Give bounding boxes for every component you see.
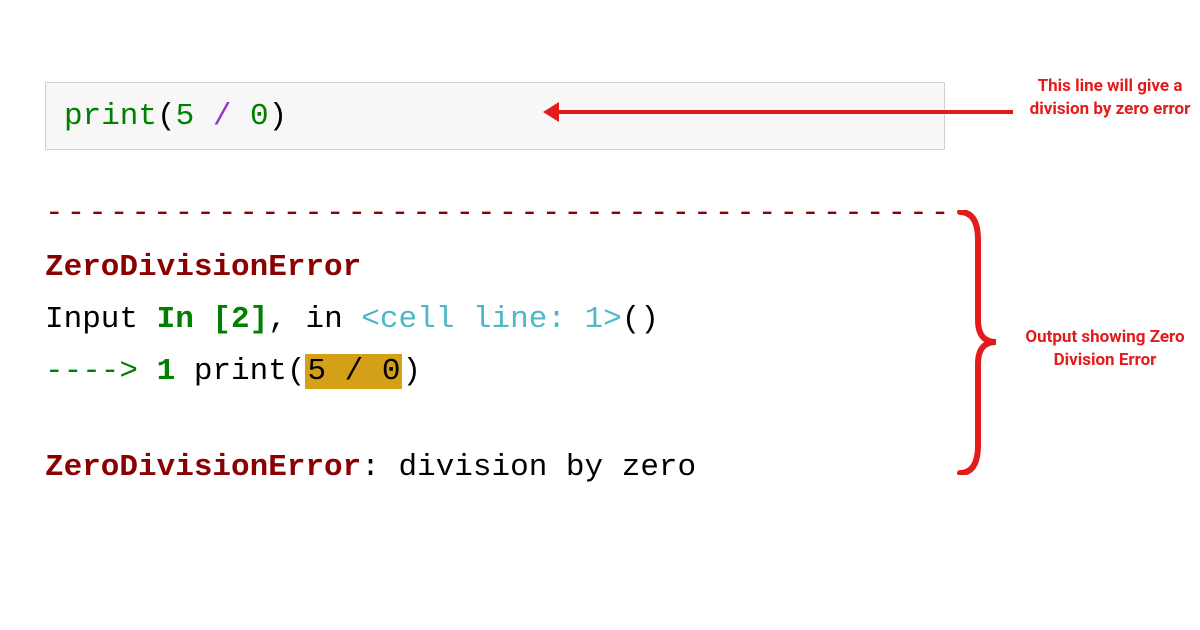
curly-brace-icon <box>952 210 1000 475</box>
annotation-text-1: This line will give a division by zero e… <box>1020 75 1200 121</box>
traceback-divider: ----------------------------------------… <box>45 190 945 238</box>
final-error-message: division by zero <box>398 450 696 485</box>
final-error-line: ZeroDivisionError: division by zero <box>45 444 945 492</box>
input-comma: , <box>268 302 305 337</box>
annotation-arrow-1 <box>555 110 1013 114</box>
traceback-lineno: 1 <box>157 354 176 389</box>
code-function-name: print <box>64 99 157 134</box>
code-left-paren: ( <box>157 99 176 134</box>
code-number-2: 0 <box>250 99 269 134</box>
code-number-1: 5 <box>176 99 195 134</box>
traceback-arrow-line: ----> 1 print(5 / 0) <box>45 348 945 396</box>
code-operator: / <box>194 99 250 134</box>
traceback-print-call: print( <box>175 354 305 389</box>
traceback-input-line: Input In [2], in <cell line: 1>() <box>45 296 945 344</box>
traceback-output: ----------------------------------------… <box>45 190 945 492</box>
error-name: ZeroDivisionError <box>45 244 945 292</box>
cell-line-parens: () <box>622 302 659 337</box>
cell-line-ref: <cell line: 1> <box>361 302 621 337</box>
traceback-arrow: ----> <box>45 354 157 389</box>
annotation-text-2: Output showing Zero Division Error <box>1005 326 1200 372</box>
code-input-cell[interactable]: print(5 / 0) <box>45 82 945 150</box>
main-container: print(5 / 0) This line will give a divis… <box>0 0 1200 630</box>
input-in-word: in <box>305 302 361 337</box>
final-error-name: ZeroDivisionError <box>45 450 361 485</box>
final-error-colon: : <box>361 450 398 485</box>
input-prefix: Input <box>45 302 157 337</box>
code-right-paren: ) <box>269 99 288 134</box>
input-in-label: In [2] <box>157 302 269 337</box>
traceback-close-paren: ) <box>402 354 421 389</box>
traceback-highlighted-expr: 5 / 0 <box>305 354 402 389</box>
